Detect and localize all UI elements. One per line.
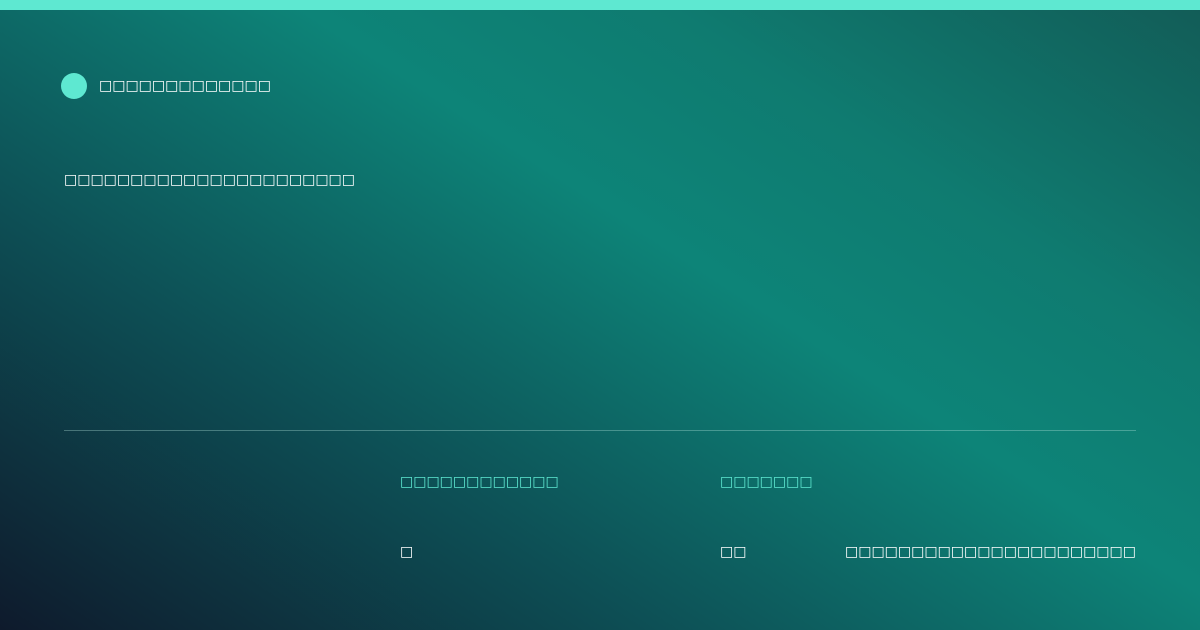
stat-value-1: □ bbox=[400, 544, 414, 560]
footer-note: □□□□□□□□□□□□□□□□□□□□□□ bbox=[844, 544, 1136, 560]
headline: □□□□□□□□□□□□□□□□□□□□□□ bbox=[64, 172, 356, 188]
stat-value-2: □□ bbox=[720, 544, 747, 560]
stat-label-2: □□□□□□□ bbox=[720, 474, 813, 490]
top-accent-bar bbox=[0, 0, 1200, 10]
divider bbox=[64, 430, 1136, 431]
stat-label-1: □□□□□□□□□□□□ bbox=[400, 474, 559, 490]
brand: □□□□□□□□□□□□□ bbox=[61, 73, 271, 99]
brand-name: □□□□□□□□□□□□□ bbox=[99, 78, 271, 94]
brand-dot-icon bbox=[61, 73, 87, 99]
